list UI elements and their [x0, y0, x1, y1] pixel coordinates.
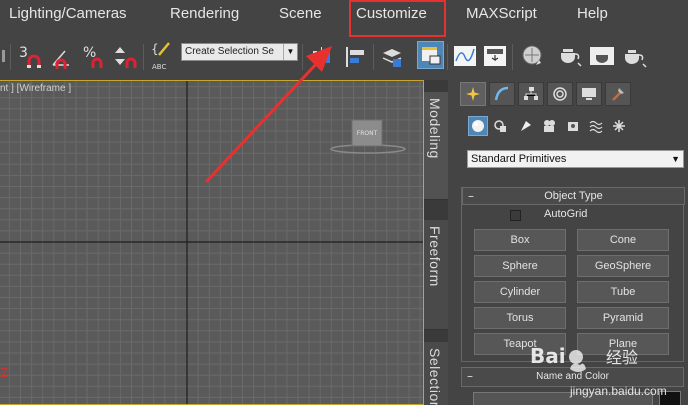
spinner-snap-icon[interactable] — [111, 41, 139, 71]
menu-customize[interactable]: Customize — [356, 0, 427, 30]
viewport-label[interactable]: nt ] [Wireframe ] — [0, 83, 71, 94]
object-type-rollout: – Object Type AutoGrid Box Cone Sphere G… — [461, 187, 685, 362]
menu-rendering[interactable]: Rendering — [170, 0, 239, 30]
chevron-down-icon: ▼ — [283, 44, 297, 60]
menu-help[interactable]: Help — [577, 0, 608, 30]
toolbar-separator — [447, 44, 448, 70]
pyramid-button[interactable]: Pyramid — [577, 307, 669, 329]
shapes-icon[interactable] — [490, 116, 510, 136]
torus-button[interactable]: Torus — [474, 307, 566, 329]
helpers-icon[interactable] — [563, 116, 583, 136]
menu-lighting-cameras[interactable]: Lighting/Cameras — [9, 0, 127, 30]
watermark-url: jingyan.baidu.com — [570, 384, 667, 398]
snap-3-label: 3 — [19, 45, 28, 61]
plane-button[interactable]: Plane — [577, 333, 669, 355]
ribbon-vertical-tabs: Modeling Freeform Selection — [424, 80, 448, 405]
modify-icon — [494, 86, 509, 101]
material-editor-icon[interactable] — [519, 41, 547, 71]
render-setup-icon[interactable] — [556, 41, 584, 71]
create-tab[interactable] — [460, 82, 486, 106]
autogrid-checkbox[interactable] — [510, 210, 521, 221]
utilities-icon — [612, 88, 624, 101]
scene-explorer-button[interactable] — [417, 41, 444, 69]
toolbar-separator — [302, 44, 303, 70]
modify-tab[interactable] — [489, 82, 515, 106]
edit-named-selection-icon[interactable]: { ABC — [148, 41, 176, 71]
object-type-rollout-header[interactable]: – Object Type — [462, 187, 685, 205]
toolbar-separator — [143, 44, 144, 70]
toolbar-separator — [512, 44, 513, 70]
object-category-dropdown[interactable]: Standard Primitives ▼ — [467, 150, 684, 168]
create-icon — [466, 87, 480, 101]
schematic-view-icon[interactable] — [481, 41, 509, 71]
main-toolbar: 3 % { ABC Create Selection Se ▼ — [0, 38, 688, 78]
hierarchy-icon — [524, 87, 538, 100]
menu-maxscript[interactable]: MAXScript — [466, 0, 537, 30]
tube-button[interactable]: Tube — [577, 281, 669, 303]
menu-scene[interactable]: Scene — [279, 0, 322, 30]
tab-selection-label: Selection — [427, 348, 443, 405]
percent-snap-icon[interactable]: % — [80, 41, 108, 71]
selection-set-text: Create Selection Se — [185, 46, 274, 57]
toolbar-separator — [373, 44, 374, 70]
curve-editor-icon[interactable] — [451, 41, 479, 71]
menu-bar: Lighting/Cameras Rendering Scene Customi… — [0, 0, 688, 30]
svg-text:ABC: ABC — [152, 63, 166, 71]
teapot-button[interactable]: Teapot — [474, 333, 566, 355]
align-icon[interactable] — [342, 41, 370, 71]
tab-modeling-label: Modeling — [427, 98, 443, 159]
utilities-tab[interactable] — [605, 82, 631, 106]
display-icon — [582, 88, 596, 100]
scene-explorer-icon — [422, 47, 441, 65]
motion-icon — [553, 87, 567, 101]
axis-indicator: Z — [0, 366, 9, 380]
cameras-icon[interactable] — [539, 116, 559, 136]
cone-button[interactable]: Cone — [577, 229, 669, 251]
box-button[interactable]: Box — [474, 229, 566, 251]
angle-snap-icon[interactable] — [48, 41, 76, 71]
command-panel: Standard Primitives ▼ – Object Type Auto… — [456, 80, 688, 405]
viewcube-label: FRONT — [357, 130, 378, 137]
hierarchy-tab[interactable] — [518, 82, 544, 106]
rendered-frame-icon[interactable] — [588, 41, 616, 71]
tab-selection[interactable]: Selection — [424, 342, 448, 405]
cylinder-button[interactable]: Cylinder — [474, 281, 566, 303]
geometry-icon[interactable] — [468, 116, 488, 136]
viewcube-icon[interactable]: FRONT — [330, 117, 410, 157]
lights-icon[interactable] — [516, 116, 536, 136]
toolbar-separator — [10, 44, 11, 70]
layers-icon[interactable] — [378, 41, 406, 71]
tab-freeform[interactable]: Freeform — [424, 220, 448, 330]
mirror-icon[interactable] — [308, 41, 336, 71]
space-warps-icon[interactable] — [586, 116, 606, 136]
render-icon[interactable] — [620, 41, 648, 71]
selection-set-dropdown[interactable]: Create Selection Se ▼ — [181, 43, 298, 61]
autogrid-label: AutoGrid — [544, 208, 588, 220]
systems-icon[interactable] — [609, 116, 629, 136]
chevron-down-icon: ▼ — [671, 154, 680, 164]
snap-3d-icon[interactable]: 3 — [16, 41, 44, 71]
svg-text:{: { — [151, 42, 159, 56]
tab-modeling[interactable]: Modeling — [424, 92, 448, 200]
object-category-value: Standard Primitives — [471, 153, 567, 165]
geosphere-button[interactable]: GeoSphere — [577, 255, 669, 277]
object-type-title: Object Type — [544, 190, 603, 202]
tab-freeform-label: Freeform — [427, 226, 443, 287]
front-viewport[interactable]: nt ] [Wireframe ] FRONT Z — [0, 80, 424, 405]
display-tab[interactable] — [576, 82, 602, 106]
sphere-button[interactable]: Sphere — [474, 255, 566, 277]
motion-tab[interactable] — [547, 82, 573, 106]
toolbar-edge-icon — [0, 41, 8, 71]
